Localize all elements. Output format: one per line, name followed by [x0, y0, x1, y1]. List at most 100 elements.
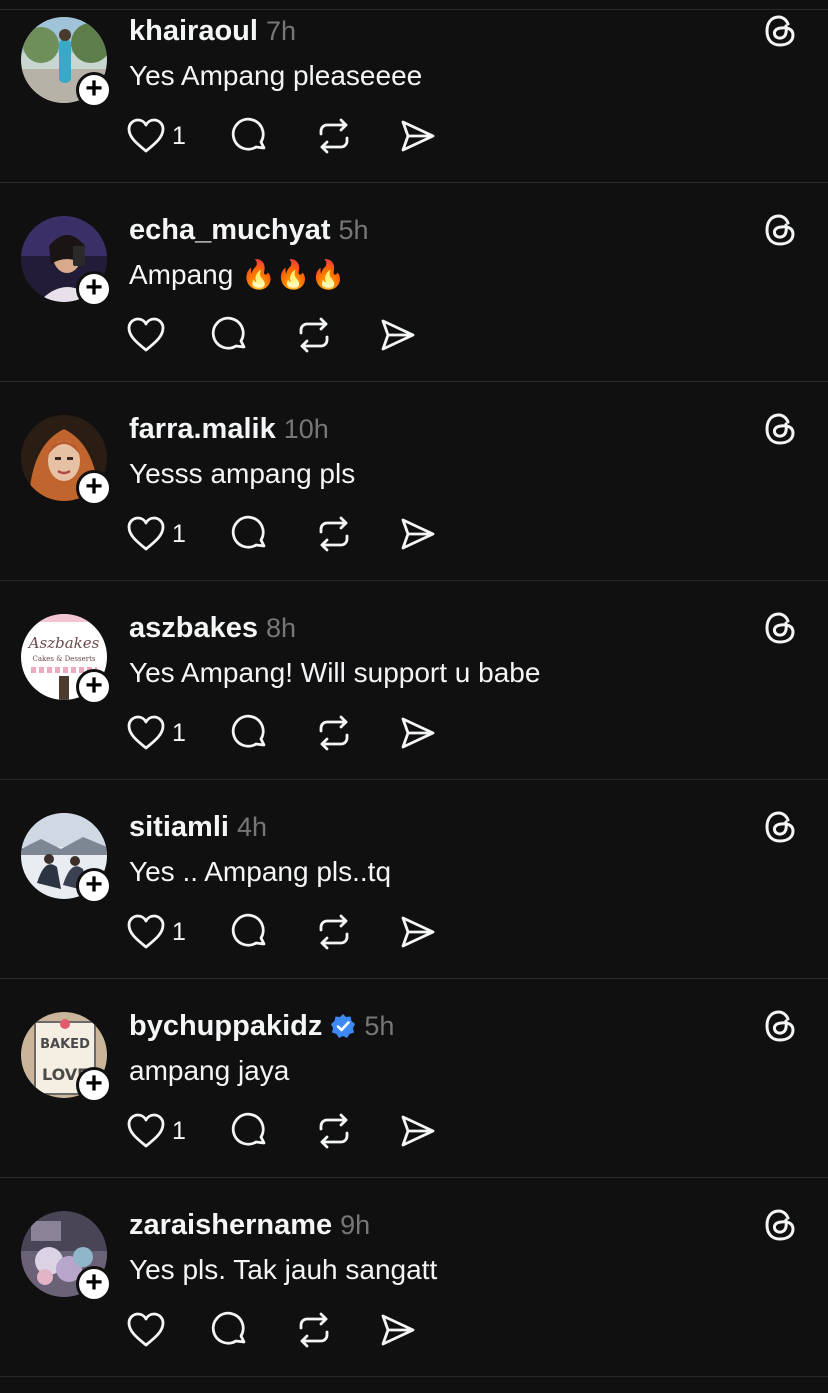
share-button[interactable]: [399, 712, 437, 754]
heart-icon: [127, 715, 165, 751]
like-count: 1: [172, 1116, 186, 1145]
threads-logo-icon[interactable]: [761, 211, 799, 249]
repost-button[interactable]: [315, 911, 399, 953]
heart-icon: [127, 1312, 165, 1348]
reply-post[interactable]: + zaraishername 9h Yes pls. Tak jauh san…: [0, 1194, 828, 1393]
reply-post[interactable]: + farra.malik 10h Yesss ampang pls 1: [0, 398, 828, 597]
verified-badge-icon: [330, 1013, 356, 1039]
heart-icon: [127, 516, 165, 552]
reply-button[interactable]: [231, 1110, 315, 1152]
like-button[interactable]: 1: [127, 115, 231, 157]
reply-button[interactable]: [231, 911, 315, 953]
username[interactable]: bychuppakidz: [129, 1010, 322, 1043]
paper-plane-icon: [379, 1311, 417, 1349]
reply-button[interactable]: [231, 513, 315, 555]
share-button[interactable]: [399, 1110, 437, 1152]
timestamp: 7h: [265, 15, 296, 46]
threads-logo-icon[interactable]: [761, 1007, 799, 1045]
post-text: Yes .. Ampang pls..tq: [129, 856, 392, 887]
username[interactable]: sitiamli: [129, 811, 229, 844]
post-divider: [0, 580, 828, 581]
post-header: bychuppakidz 5h: [129, 1007, 394, 1045]
follow-plus-icon[interactable]: +: [76, 1067, 112, 1103]
reply-button[interactable]: [231, 115, 315, 157]
post-header: echa_muchyat 5h: [129, 211, 369, 249]
heart-icon: [127, 914, 165, 950]
username[interactable]: aszbakes: [129, 612, 258, 645]
follow-plus-icon[interactable]: +: [76, 72, 112, 108]
heart-icon: [127, 1113, 165, 1149]
follow-plus-icon[interactable]: +: [76, 271, 112, 307]
post-text: ampang jaya: [129, 1055, 290, 1086]
reply-post[interactable]: + khairaoul 7h Yes Ampang pleaseeee 1: [0, 0, 828, 199]
share-button[interactable]: [399, 115, 437, 157]
follow-plus-icon[interactable]: +: [76, 868, 112, 904]
paper-plane-icon: [399, 1112, 437, 1150]
follow-plus-icon[interactable]: +: [76, 1266, 112, 1302]
timestamp: 5h: [338, 214, 369, 245]
username[interactable]: zaraishername: [129, 1209, 332, 1242]
share-button[interactable]: [379, 314, 417, 356]
post-header: aszbakes 8h: [129, 609, 296, 647]
repost-button[interactable]: [295, 1309, 379, 1351]
post-text: Ampang 🔥🔥🔥: [129, 259, 346, 290]
post-divider: [0, 182, 828, 183]
like-button[interactable]: [127, 1309, 211, 1351]
share-button[interactable]: [379, 1309, 417, 1351]
post-header: farra.malik 10h: [129, 410, 329, 448]
follow-plus-icon[interactable]: +: [76, 470, 112, 506]
repost-button[interactable]: [295, 314, 379, 356]
action-bar: [127, 314, 417, 356]
post-text: Yes Ampang pleaseeee: [129, 60, 423, 91]
repost-arrows-icon: [295, 1311, 333, 1349]
like-button[interactable]: 1: [127, 1110, 231, 1152]
like-button[interactable]: 1: [127, 712, 231, 754]
post-divider: [0, 978, 828, 979]
svg-text:Aszbakes: Aszbakes: [27, 634, 100, 652]
repost-button[interactable]: [315, 1110, 399, 1152]
like-button[interactable]: 1: [127, 513, 231, 555]
threads-logo-icon[interactable]: [761, 410, 799, 448]
action-bar: 1: [127, 115, 437, 157]
timestamp: 5h: [364, 1010, 395, 1041]
repost-arrows-icon: [315, 117, 353, 155]
username[interactable]: echa_muchyat: [129, 214, 331, 247]
paper-plane-icon: [399, 515, 437, 553]
like-count: 1: [172, 519, 186, 548]
like-button[interactable]: 1: [127, 911, 231, 953]
reply-post[interactable]: + echa_muchyat 5h Ampang 🔥🔥🔥: [0, 199, 828, 398]
threads-logo-icon[interactable]: [761, 808, 799, 846]
like-count: 1: [172, 121, 186, 150]
speech-bubble-icon: [231, 117, 269, 155]
repost-button[interactable]: [315, 712, 399, 754]
repost-button[interactable]: [315, 513, 399, 555]
reply-button[interactable]: [231, 712, 315, 754]
reply-post[interactable]: Aszbakes Cakes & Desserts + aszbakes 8h Y…: [0, 597, 828, 796]
post-header: khairaoul 7h: [129, 12, 296, 50]
share-button[interactable]: [399, 911, 437, 953]
threads-logo-icon[interactable]: [761, 609, 799, 647]
reply-button[interactable]: [211, 1309, 295, 1351]
threads-logo-icon[interactable]: [761, 12, 799, 50]
reply-button[interactable]: [211, 314, 295, 356]
repost-button[interactable]: [315, 115, 399, 157]
reply-post[interactable]: + sitiamli 4h Yes .. Ampang pls..tq 1: [0, 796, 828, 995]
action-bar: 1: [127, 712, 437, 754]
paper-plane-icon: [399, 913, 437, 951]
username[interactable]: khairaoul: [129, 15, 258, 48]
post-header: sitiamli 4h: [129, 808, 267, 846]
threads-logo-icon[interactable]: [761, 1206, 799, 1244]
share-button[interactable]: [399, 513, 437, 555]
paper-plane-icon: [379, 316, 417, 354]
speech-bubble-icon: [211, 1311, 249, 1349]
like-button[interactable]: [127, 314, 211, 356]
follow-plus-icon[interactable]: +: [76, 669, 112, 705]
post-header: zaraishername 9h: [129, 1206, 370, 1244]
reply-post[interactable]: BAKED LOVE + bychuppakidz 5h ampang jaya …: [0, 995, 828, 1194]
timestamp: 10h: [283, 413, 329, 444]
action-bar: 1: [127, 911, 437, 953]
post-text: Yes pls. Tak jauh sangatt: [129, 1254, 438, 1285]
speech-bubble-icon: [231, 913, 269, 951]
action-bar: 1: [127, 513, 437, 555]
username[interactable]: farra.malik: [129, 413, 276, 446]
